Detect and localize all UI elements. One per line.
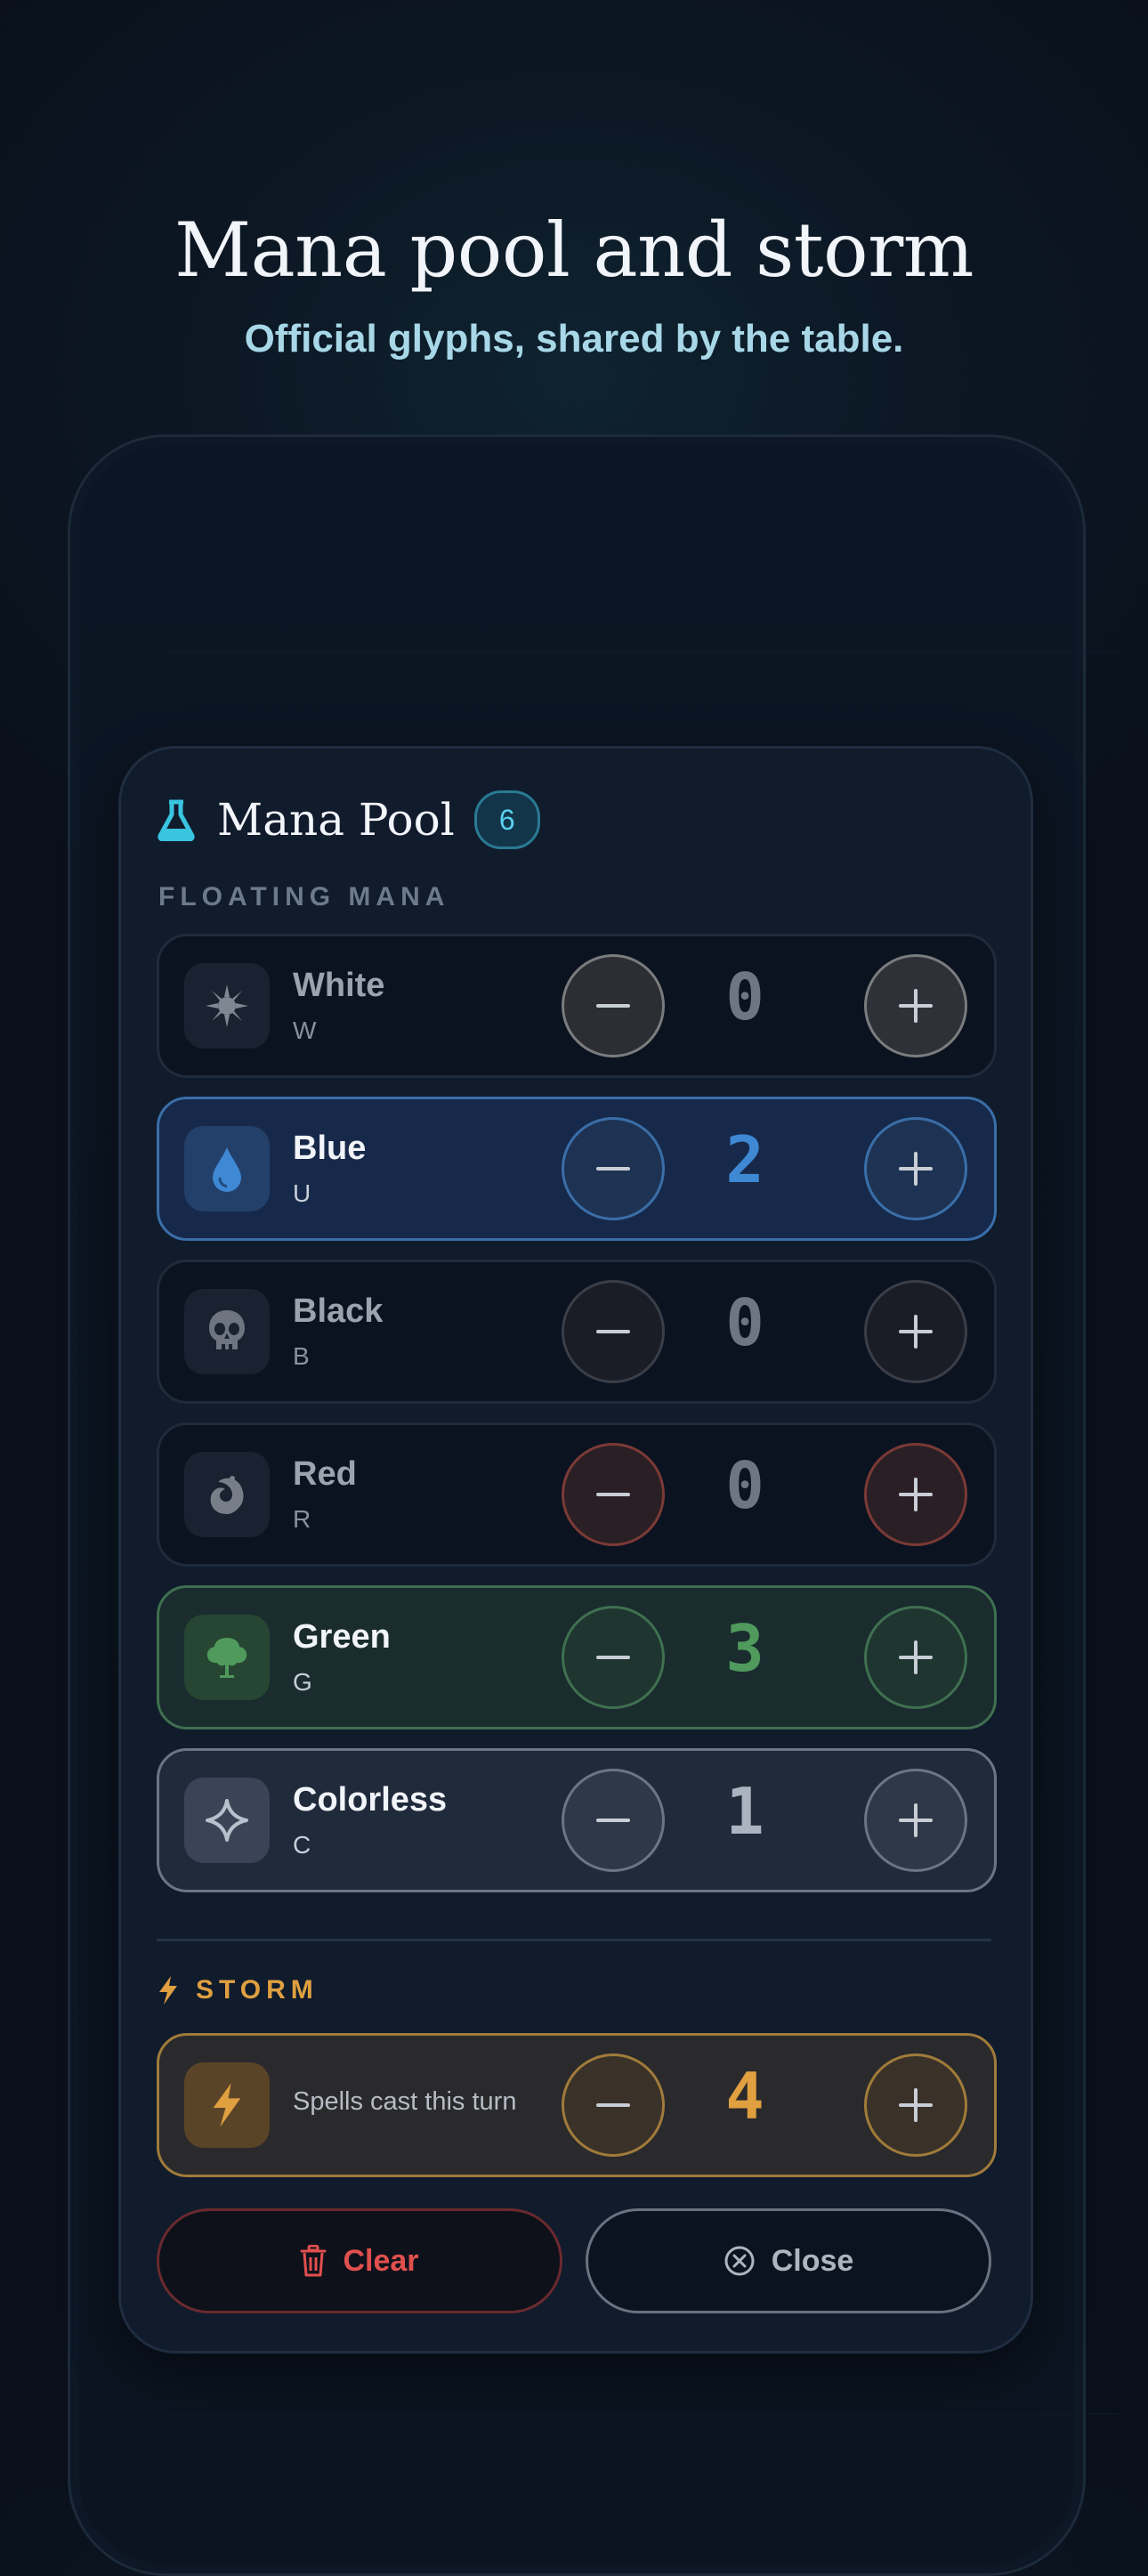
minus-icon	[596, 1819, 630, 1822]
mana-count: 0	[725, 1285, 764, 1360]
mana-count: 2	[725, 1122, 764, 1197]
water-drop-icon	[184, 1126, 270, 1211]
storm-count: 4	[725, 2059, 764, 2134]
minus-icon	[596, 1493, 630, 1496]
minus-icon	[596, 2103, 630, 2107]
skull-icon	[184, 1289, 270, 1374]
increment-black-button[interactable]	[864, 1280, 967, 1383]
decrement-red-button[interactable]	[562, 1443, 665, 1546]
mana-name: White	[293, 967, 385, 1004]
minus-icon	[596, 1004, 630, 1008]
mana-count: 0	[725, 960, 764, 1034]
clear-button[interactable]: Clear	[157, 2208, 562, 2313]
mana-name: Colorless	[293, 1781, 448, 1819]
mana-code: R	[293, 1505, 311, 1533]
storm-section-label: STORM	[157, 1975, 319, 2005]
increment-red-button[interactable]	[864, 1443, 967, 1546]
mana-count: 0	[725, 1448, 764, 1523]
decrement-blue-button[interactable]	[562, 1117, 665, 1220]
minus-icon	[596, 1656, 630, 1659]
increment-storm-button[interactable]	[864, 2054, 967, 2157]
hero-title: Mana pool and storm	[174, 207, 974, 294]
sun-glyph-icon	[184, 963, 270, 1049]
increment-blue-button[interactable]	[864, 1117, 967, 1220]
hero-subtitle: Official glyphs, shared by the table.	[244, 317, 904, 360]
mana-code: U	[293, 1179, 311, 1207]
decrement-storm-button[interactable]	[562, 2054, 665, 2157]
decrement-colorless-button[interactable]	[562, 1769, 665, 1872]
sheet-header: Mana Pool 6	[157, 788, 540, 852]
close-circle-icon	[724, 2246, 755, 2276]
decrement-green-button[interactable]	[562, 1606, 665, 1709]
increment-green-button[interactable]	[864, 1606, 967, 1709]
close-button[interactable]: Close	[586, 2208, 991, 2313]
mana-row-red: Red R 0	[157, 1422, 997, 1567]
mana-count: 1	[725, 1774, 764, 1849]
mana-name: Black	[293, 1292, 384, 1330]
clear-button-label: Clear	[343, 2243, 419, 2278]
fire-swirl-icon	[184, 1452, 270, 1537]
background-row	[166, 651, 1119, 759]
lightning-icon	[184, 2062, 270, 2148]
section-divider	[157, 1939, 991, 1941]
mana-pool-sheet: Mana Pool 6 FLOATING MANA White W 0 Blue…	[118, 746, 1033, 2353]
trash-icon	[300, 2245, 327, 2277]
diamond-sparkle-icon	[184, 1778, 270, 1863]
decrement-black-button[interactable]	[562, 1280, 665, 1383]
sheet-title: Mana Pool	[217, 794, 455, 846]
mana-row-colorless: Colorless C 1	[157, 1748, 997, 1892]
storm-row: Spells cast this turn 4	[157, 2033, 997, 2177]
mana-row-blue: Blue U 2	[157, 1097, 997, 1241]
increment-colorless-button[interactable]	[864, 1769, 967, 1872]
mana-code: B	[293, 1342, 310, 1370]
mana-code: C	[293, 1831, 311, 1859]
mana-row-black: Black B 0	[157, 1260, 997, 1404]
increment-white-button[interactable]	[864, 954, 967, 1057]
floating-mana-label: FLOATING MANA	[158, 882, 450, 911]
mana-count: 3	[725, 1611, 764, 1686]
background-row	[166, 2413, 1119, 2522]
close-button-label: Close	[771, 2243, 854, 2278]
mana-code: G	[293, 1668, 312, 1696]
lightning-icon	[159, 1976, 177, 2005]
storm-label: STORM	[196, 1975, 319, 2005]
total-mana-badge: 6	[473, 790, 540, 849]
storm-description: Spells cast this turn	[293, 2087, 517, 2116]
mana-name: Green	[293, 1618, 391, 1656]
minus-icon	[596, 1167, 630, 1171]
flask-icon	[158, 799, 195, 841]
minus-icon	[596, 1330, 630, 1333]
mana-row-green: Green G 3	[157, 1585, 997, 1729]
mana-row-white: White W 0	[157, 934, 997, 1078]
tree-icon	[184, 1615, 270, 1700]
mana-code: W	[293, 1017, 317, 1044]
decrement-white-button[interactable]	[562, 954, 665, 1057]
mana-name: Blue	[293, 1130, 367, 1167]
mana-name: Red	[293, 1455, 357, 1493]
